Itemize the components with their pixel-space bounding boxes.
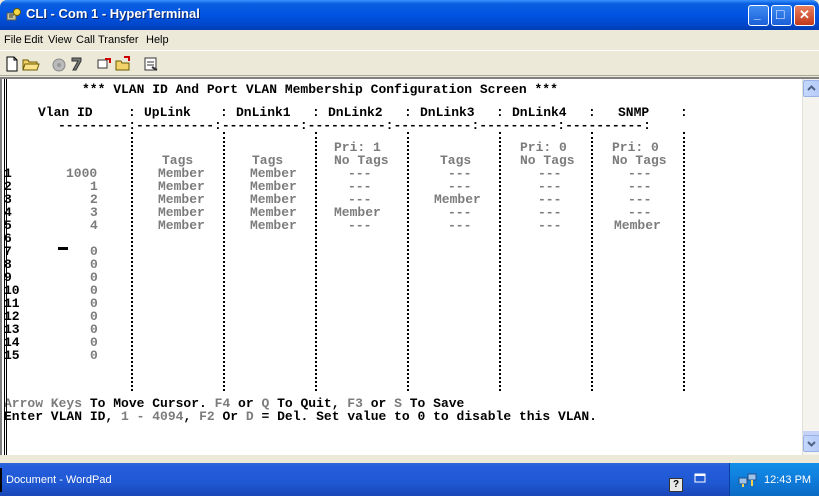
hangup-icon[interactable]	[114, 55, 132, 73]
maximize-icon: □	[776, 6, 785, 22]
system-tray: 12:43 PM	[729, 463, 819, 496]
disconnect-icon[interactable]	[50, 55, 68, 73]
vlan-id-value[interactable]: 4	[90, 219, 98, 232]
header-sep-7: :	[680, 105, 688, 120]
call-icon[interactable]	[96, 55, 114, 73]
menu-help[interactable]: Help	[146, 34, 169, 46]
close-button[interactable]: ✕	[794, 5, 815, 26]
column-divider	[591, 132, 593, 391]
new-icon[interactable]	[3, 55, 21, 73]
membership-cell[interactable]: ---	[448, 219, 471, 232]
menu-edit[interactable]: Edit	[24, 34, 43, 46]
hyperterminal-icon	[6, 8, 21, 21]
window-title: CLI - Com 1 - HyperTerminal	[26, 6, 200, 21]
membership-cell[interactable]: Member	[250, 219, 297, 232]
header-separator: ---------:----------:----------:--------…	[58, 118, 651, 133]
properties-icon[interactable]	[142, 55, 160, 73]
scroll-down-icon	[807, 441, 816, 447]
column-divider	[407, 132, 409, 391]
title-bar[interactable]: CLI - Com 1 - HyperTerminal _ □ ✕	[0, 0, 819, 30]
membership-cell[interactable]: Member	[614, 219, 661, 232]
scroll-up-icon	[807, 85, 816, 91]
scroll-down-button[interactable]	[803, 435, 819, 452]
menu-transfer[interactable]: Transfer	[98, 34, 139, 46]
help-line-2: Enter VLAN ID, 1 - 4094, F2 Or D = Del. …	[4, 409, 597, 424]
toolbar	[0, 50, 819, 76]
network-icon[interactable]	[738, 472, 758, 488]
window-tray-icon[interactable]	[694, 473, 706, 483]
membership-cell[interactable]: Member	[158, 219, 205, 232]
close-icon: ✕	[799, 7, 810, 22]
text-cursor	[58, 247, 68, 250]
terminal-left-border	[4, 79, 7, 455]
screen-title: *** VLAN ID And Port VLAN Membership Con…	[82, 82, 558, 97]
vlan-id-value[interactable]: 0	[90, 349, 98, 362]
column-divider	[683, 132, 685, 391]
column-divider	[223, 132, 225, 391]
open-icon[interactable]	[22, 55, 40, 73]
maximize-button[interactable]: □	[771, 5, 792, 26]
clock[interactable]: 12:43 PM	[764, 474, 811, 486]
membership-cell[interactable]: ---	[348, 219, 371, 232]
terminal-screen[interactable]: *** VLAN ID And Port VLAN Membership Con…	[4, 79, 800, 455]
menu-view[interactable]: View	[48, 34, 72, 46]
column-divider	[499, 132, 501, 391]
column-divider	[131, 132, 133, 391]
menu-file[interactable]: File	[4, 34, 22, 46]
scroll-up-button[interactable]	[803, 80, 819, 97]
membership-cell[interactable]: ---	[538, 219, 561, 232]
taskbar: Document - WordPad ? 12:43 PM	[0, 463, 819, 496]
minimize-icon: _	[754, 7, 761, 21]
send-icon[interactable]	[68, 55, 86, 73]
help-icon[interactable]: ?	[669, 478, 683, 492]
taskbar-item-wordpad[interactable]: Document - WordPad	[0, 468, 200, 492]
column-divider	[315, 132, 317, 391]
vertical-scrollbar[interactable]	[802, 79, 819, 455]
menu-call[interactable]: Call	[76, 34, 95, 46]
menu-bar: File Edit View Call Transfer Help	[0, 30, 819, 50]
minimize-button[interactable]: _	[748, 5, 769, 26]
